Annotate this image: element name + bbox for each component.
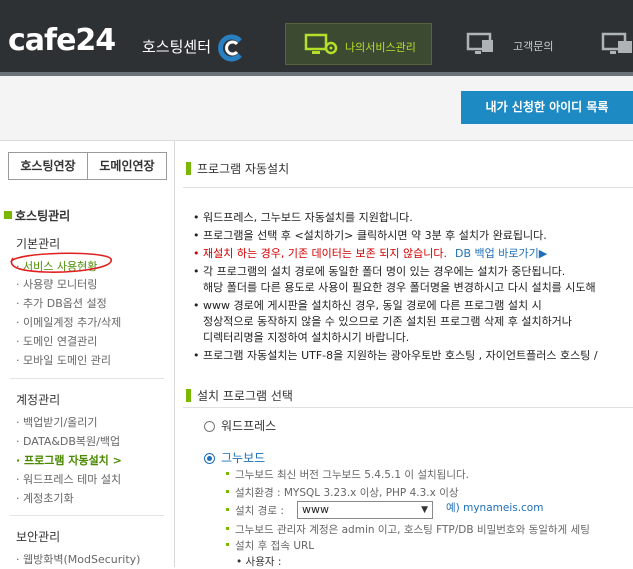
detail-text: 그누보드 관리자 계정은 admin 이고, 호스팅 FTP/DB 비밀번호와 …: [235, 524, 590, 536]
sidebar-item-label: 계정초기화: [23, 492, 74, 505]
detail-item: 설치 경로 :: [226, 503, 284, 518]
page-title: 프로그램 자동설치: [186, 160, 289, 177]
program-label: 그누보드: [221, 451, 266, 465]
bullet-dot-icon: [226, 490, 229, 493]
nav-customer-inquiry[interactable]: 고객문의: [462, 23, 572, 65]
program-option-wordpress[interactable]: 워드프레스: [204, 417, 276, 434]
sidebar-item-backup[interactable]: · 백업받기/올리기: [16, 414, 98, 430]
note-text: 각 프로그램의 설치 경로에 동일한 폴더 명이 있는 경우에는 설치가 중단됩…: [203, 265, 566, 278]
section-title-text: 설치 프로그램 선택: [197, 389, 293, 403]
note-item-warning: • 재설치 하는 경우, 기존 데이터는 보존 되지 않습니다. DB 백업 바로…: [193, 247, 548, 260]
chevron-down-icon: ▼: [421, 505, 428, 515]
note-text: www 경로에 게시판을 설치하신 경우, 동일 경로에 다른 프로그램 설치 …: [203, 299, 542, 312]
cafe24-logo[interactable]: cafe24: [8, 26, 116, 56]
detail-text: 설치 후 접속 URL: [235, 540, 315, 552]
sidebar-item-label: 웹방화벽(ModSecurity): [23, 553, 141, 566]
program-option-gnuboard[interactable]: 그누보드: [204, 449, 265, 466]
note-item: • 각 프로그램의 설치 경로에 동일한 폴더 명이 있는 경우에는 설치가 중…: [193, 265, 566, 278]
select-value: www: [302, 503, 329, 516]
install-path-select[interactable]: www ▼: [297, 501, 433, 519]
sidebar-item-label: 도메인 연결관리: [23, 335, 98, 348]
sidebar-item-auto-install[interactable]: · 프로그램 자동설치 >: [16, 452, 122, 468]
path-example: 예) mynameis.com: [446, 502, 544, 514]
green-square-icon: [4, 211, 12, 219]
note-item: • 워드프레스, 그누보드 자동설치를 지원합니다.: [193, 211, 413, 224]
sidebar-item-label: 이메일계정 추가/삭제: [23, 316, 122, 329]
note-item-cont: 정상적으로 동작하지 않을 수 있으므로 기존 설치된 프로그램 삭제 후 설치…: [203, 315, 572, 328]
hand-drawn-highlight-circle: [10, 252, 112, 273]
note-text: 프로그램 자동설치는 UTF-8을 지원하는 광아우토반 호스팅 , 자이언트플…: [203, 349, 598, 362]
bullet-dot-icon: [226, 527, 229, 530]
radio-button[interactable]: [204, 421, 215, 432]
sidebar-item-mobile-domain[interactable]: · 모바일 도메인 관리: [16, 352, 111, 368]
sidebar-group-title: 보안관리: [16, 530, 61, 544]
nav-admin[interactable]: [600, 23, 633, 65]
bullet-dot-icon: [226, 508, 229, 511]
detail-text: 사용자 :: [245, 556, 282, 568]
top-header-bar: cafe24 호스팅센터 나의서비스관리 고객문의: [0, 0, 633, 72]
note-item-cont: 해당 폴더를 다른 용도로 사용이 필요한 경우 폴더명을 변경하시고 다시 설…: [203, 281, 596, 294]
page-title-text: 프로그램 자동설치: [197, 162, 290, 176]
title-bar-icon: [186, 389, 191, 402]
hosting-extend-button[interactable]: 호스팅연장: [8, 152, 88, 180]
nav-label: 고객문의: [513, 40, 554, 53]
sidebar-item-label: 사용량 모니터링: [23, 278, 98, 291]
note-item-cont: 디렉터리명을 지정하여 설치하시기 바랍니다.: [203, 331, 410, 344]
section-title: 설치 프로그램 선택: [186, 387, 293, 404]
sidebar-section-title: 호스팅관리: [4, 207, 70, 224]
note-text: 재설치 하는 경우, 기존 데이터는 보존 되지 않습니다.: [203, 247, 447, 260]
note-item: • www 경로에 게시판을 설치하신 경우, 동일 경로에 다른 프로그램 설…: [193, 299, 542, 312]
my-ids-list-button[interactable]: 내가 신청한 아이디 목록: [461, 91, 633, 124]
sidebar-item-label: 워드프레스 테마 설치: [23, 473, 122, 486]
detail-item: 그누보드 최신 버전 그누보드 5.4.5.1 이 설치됩니다.: [226, 467, 469, 482]
sidebar-item-db-option[interactable]: · 추가 DB옵션 설정: [16, 295, 107, 311]
detail-text: 설치 경로 :: [235, 505, 284, 517]
note-item: • 프로그램 자동설치는 UTF-8을 지원하는 광아우토반 호스팅 , 자이언…: [193, 349, 598, 362]
program-label: 워드프레스: [221, 419, 277, 433]
detail-text: 설치환경 : MYSQL 3.23.x 이상, PHP 4.3.x 이상: [235, 487, 459, 499]
detail-item: 설치 후 접속 URL: [226, 538, 314, 553]
cafe24-c-mark-icon: [218, 34, 242, 62]
detail-item: 설치환경 : MYSQL 3.23.x 이상, PHP 4.3.x 이상: [226, 485, 459, 500]
bullet-dot-icon: [226, 543, 229, 546]
sidebar-section-label: 호스팅관리: [15, 209, 71, 223]
domain-extend-button[interactable]: 도메인연장: [87, 152, 167, 180]
logo-subtitle: 호스팅센터: [142, 38, 212, 56]
support-monitor-icon: [466, 32, 493, 54]
sidebar-item-account-reset[interactable]: · 계정초기화: [16, 490, 74, 506]
admin-monitor-icon: [601, 32, 632, 54]
note-text: 워드프레스, 그누보드 자동설치를 지원합니다.: [203, 211, 413, 224]
detail-item: 그누보드 관리자 계정은 admin 이고, 호스팅 FTP/DB 비밀번호와 …: [226, 522, 590, 537]
note-text: 프로그램을 선택 후 <설치하기> 클릭하시면 약 3분 후 설치가 완료됩니다…: [203, 229, 547, 242]
bullet-dot-icon: [226, 472, 229, 475]
note-item: • 프로그램을 선택 후 <설치하기> 클릭하시면 약 3분 후 설치가 완료됩…: [193, 229, 547, 242]
sidebar-item-usage-monitoring[interactable]: · 사용량 모니터링: [16, 276, 97, 292]
sidebar-divider: [10, 378, 164, 379]
sidebar-item-label: DATA&DB복원/백업: [23, 435, 121, 448]
sidebar-item-data-db-restore[interactable]: · DATA&DB복원/백업: [16, 433, 120, 449]
sidebar-item-label: 모바일 도메인 관리: [23, 354, 111, 367]
sidebar-divider: [10, 515, 164, 516]
sidebar-item-email-account[interactable]: · 이메일계정 추가/삭제: [16, 314, 121, 330]
sidebar-item-web-firewall[interactable]: · 웹방화벽(ModSecurity): [16, 551, 140, 567]
sidebar-item-label: 추가 DB옵션 설정: [23, 297, 107, 310]
title-divider: [183, 187, 633, 188]
nav-label: 나의서비스관리: [345, 41, 416, 54]
sidebar-item-label: 프로그램 자동설치 >: [24, 454, 122, 467]
sidebar-item-wp-theme[interactable]: · 워드프레스 테마 설치: [16, 471, 121, 487]
title-bar-icon: [186, 162, 191, 175]
section-divider: [183, 407, 633, 408]
db-backup-link[interactable]: DB 백업 바로가기▶: [455, 247, 547, 260]
sidebar-item-label: 백업받기/올리기: [23, 416, 98, 429]
sidebar-group-title: 계정관리: [16, 393, 61, 407]
nav-my-services[interactable]: 나의서비스관리: [285, 23, 432, 65]
sidebar-item-domain-connect[interactable]: · 도메인 연결관리: [16, 333, 97, 349]
radio-button-selected[interactable]: [204, 453, 215, 464]
monitor-gear-icon: [304, 33, 338, 55]
detail-text: 그누보드 최신 버전 그누보드 5.4.5.1 이 설치됩니다.: [235, 469, 469, 481]
